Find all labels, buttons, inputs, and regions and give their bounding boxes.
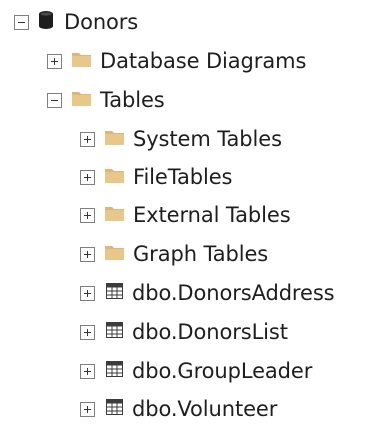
table-icon: [106, 361, 123, 381]
database-icon: [38, 10, 54, 34]
expand-toggle-icon[interactable]: [80, 169, 95, 185]
tree-node-filetables[interactable]: FileTables: [80, 159, 232, 195]
expand-toggle-icon[interactable]: [80, 285, 95, 301]
table-icon: [106, 322, 123, 342]
tree-node-graph-tables[interactable]: Graph Tables: [80, 236, 268, 272]
folder-icon: [105, 244, 124, 264]
expand-toggle-icon[interactable]: [80, 324, 95, 340]
tree-node-label: dbo.DonorsAddress: [132, 281, 335, 305]
tree-node-system-tables[interactable]: System Tables: [80, 121, 282, 157]
expand-toggle-icon[interactable]: [80, 246, 95, 262]
tree-node-dbo-groupleader[interactable]: dbo.GroupLeader: [80, 353, 312, 389]
tree-node-label: Donors: [64, 10, 139, 34]
tree-node-label: Tables: [100, 88, 165, 112]
tree-node-label: Graph Tables: [133, 242, 269, 266]
collapse-toggle-icon[interactable]: [47, 92, 62, 108]
expand-toggle-icon[interactable]: [80, 207, 95, 223]
expand-toggle-icon[interactable]: [80, 401, 95, 417]
expand-toggle-icon[interactable]: [47, 53, 62, 69]
object-explorer-tree: Donors Database Diagrams Tables System T…: [0, 0, 374, 421]
tree-node-label: dbo.GroupLeader: [132, 359, 313, 383]
folder-icon: [72, 51, 91, 71]
tree-node-donors[interactable]: Donors: [14, 4, 138, 40]
tree-node-database-diagrams[interactable]: Database Diagrams: [47, 43, 306, 79]
tree-node-label: Database Diagrams: [100, 49, 307, 73]
tree-node-external-tables[interactable]: External Tables: [80, 197, 291, 233]
collapse-toggle-icon[interactable]: [14, 14, 29, 30]
folder-icon: [105, 129, 124, 149]
table-icon: [106, 283, 123, 303]
tree-node-label: External Tables: [133, 203, 291, 227]
folder-icon: [105, 205, 124, 225]
tree-node-label: dbo.Volunteer: [132, 397, 278, 421]
tree-node-label: FileTables: [133, 165, 233, 189]
tree-node-label: dbo.DonorsList: [132, 320, 288, 344]
table-icon: [106, 399, 123, 419]
tree-node-dbo-volunteer[interactable]: dbo.Volunteer: [80, 391, 277, 427]
tree-node-tables[interactable]: Tables: [47, 82, 165, 118]
expand-toggle-icon[interactable]: [80, 131, 95, 147]
folder-icon: [72, 90, 91, 110]
tree-node-dbo-donorslist[interactable]: dbo.DonorsList: [80, 314, 288, 350]
tree-node-dbo-donorsaddress[interactable]: dbo.DonorsAddress: [80, 275, 335, 311]
folder-icon: [105, 167, 124, 187]
tree-node-label: System Tables: [133, 127, 282, 151]
expand-toggle-icon[interactable]: [80, 363, 95, 379]
